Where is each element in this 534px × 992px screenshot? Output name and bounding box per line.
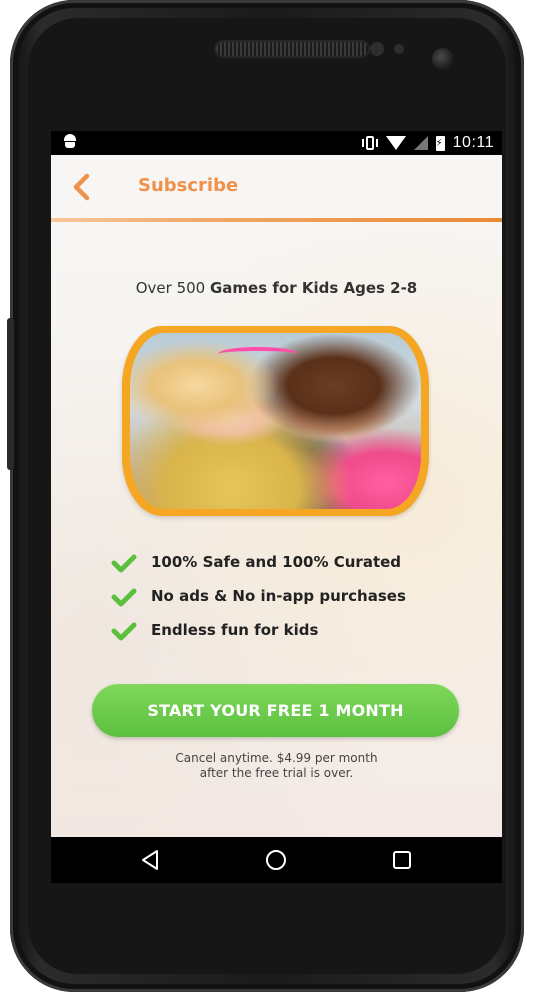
front-camera	[432, 48, 454, 70]
triangle-back-icon[interactable]	[138, 848, 162, 872]
android-icon	[64, 134, 76, 148]
subscription-terms: Cancel anytime. $4.99 per month after th…	[51, 751, 502, 781]
light-sensor	[394, 44, 404, 54]
battery-charging-icon	[435, 135, 445, 151]
feature-label: No ads & No in-app purchases	[151, 587, 406, 605]
hero-image-frame	[122, 326, 429, 516]
proximity-sensor	[370, 42, 384, 56]
page-title: Subscribe	[138, 175, 239, 196]
status-bar: 10:11	[51, 131, 502, 155]
feature-label: Endless fun for kids	[151, 621, 319, 639]
chevron-left-icon	[73, 173, 90, 201]
side-volume-button	[7, 318, 14, 470]
appbar-divider	[51, 218, 502, 222]
earpiece-speaker	[216, 42, 368, 56]
terms-line-1: Cancel anytime. $4.99 per month	[175, 751, 378, 765]
headline: Over 500 Games for Kids Ages 2-8	[51, 279, 502, 297]
screen-background	[51, 222, 502, 837]
terms-line-2: after the free trial is over.	[199, 766, 354, 780]
headline-prefix: Over 500	[135, 279, 210, 297]
check-icon	[111, 622, 137, 641]
start-free-trial-button[interactable]: START YOUR FREE 1 MONTH	[92, 684, 459, 737]
app-bar: Subscribe	[51, 155, 502, 219]
signal-off-icon	[413, 136, 428, 150]
system-nav-bar	[51, 837, 502, 883]
back-button[interactable]	[65, 169, 101, 205]
headline-bold: Games for Kids Ages 2-8	[209, 279, 418, 297]
wifi-icon	[385, 136, 406, 150]
square-recents-icon[interactable]	[390, 848, 414, 872]
screen: 10:11 Subscribe Over 500 Games for Kids …	[51, 131, 502, 883]
check-icon	[111, 554, 137, 573]
feature-label: 100% Safe and 100% Curated	[151, 553, 402, 571]
check-icon	[111, 588, 137, 607]
status-clock: 10:11	[452, 134, 494, 151]
circle-home-icon[interactable]	[264, 848, 288, 872]
status-icons: 10:11	[361, 133, 494, 153]
hero-photo	[130, 333, 421, 509]
vibrate-icon	[361, 136, 378, 150]
